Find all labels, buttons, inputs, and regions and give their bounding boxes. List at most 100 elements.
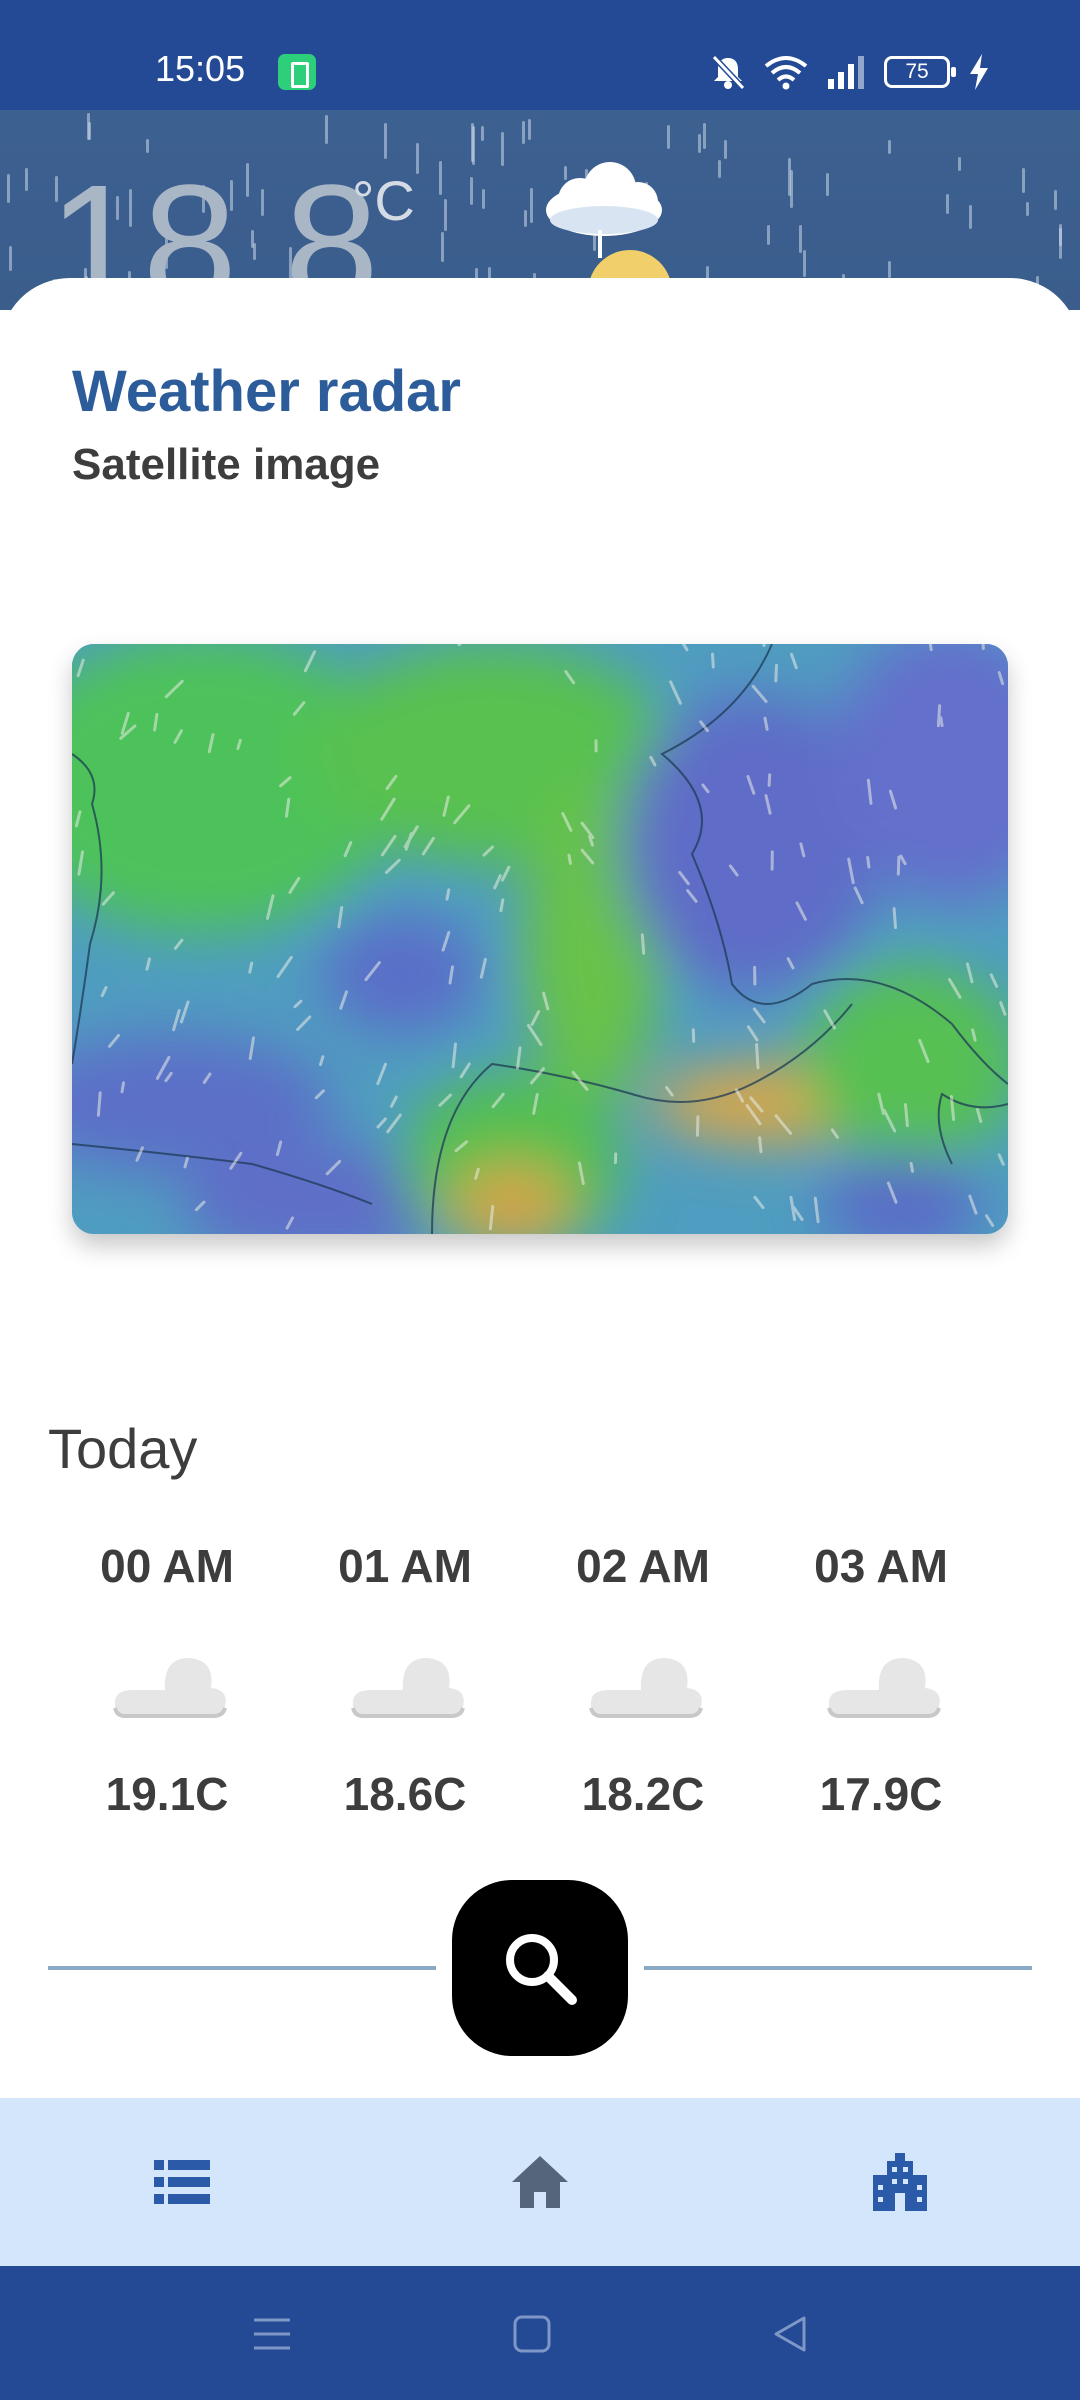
rain-drop [482,189,485,209]
square-icon [513,2315,551,2353]
wind-streak [892,907,897,929]
cloud-icon [113,1658,227,1718]
back-button[interactable] [766,2310,814,2358]
rain-drop [471,123,474,162]
nav-home-button[interactable] [508,2150,572,2214]
wind-streak [695,1115,700,1137]
battery-icon: 75 [884,56,956,88]
wind-streak [896,855,901,876]
rain-drop [826,173,829,196]
cloud-icon [351,1658,465,1718]
home-system-button[interactable] [508,2310,556,2358]
hour-temperature: 18.2C [581,1768,705,1820]
satellite-image[interactable] [72,644,1008,1234]
hour-time: 02 AM [576,1540,710,1592]
rain-drop [724,140,727,159]
rain-drop [441,232,444,262]
list-icon [154,2160,210,2204]
rain-drop [524,210,527,227]
signal-icon [828,56,864,89]
rain-drop [1054,190,1057,210]
hour-item: 03 AM 17.9C [762,1536,1000,1824]
rain-drop [481,126,484,141]
wind-streak [936,704,942,728]
divider-right [644,1966,1032,1970]
wind-streak [711,652,715,669]
status-icons: 75 [710,52,990,92]
nav-city-button[interactable] [868,2150,932,2214]
wind-streak [866,856,871,869]
city-icon [873,2153,927,2211]
today-heading: Today [48,1417,198,1480]
rain-drop [790,170,793,208]
rain-drop [522,121,525,144]
rain-drop [25,168,28,191]
menu-icon [254,2318,290,2350]
wind-streak [248,961,254,974]
hour-item: 01 AM 18.6C [286,1536,524,1824]
rain-drop [718,160,721,178]
hour-item: 02 AM 18.2C [524,1536,762,1824]
status-bar: 15:05 75 [0,0,1080,110]
rain-drop [325,115,328,144]
wind-streak [758,1136,763,1154]
wind-streak [640,933,646,955]
system-navigation-bar [0,2266,1080,2400]
rain-drop [444,199,447,231]
rain-drop [9,246,12,271]
cloud-icon [589,1658,703,1718]
rain-drop [958,157,961,171]
rain-drop [698,134,701,153]
wind-streak [767,773,772,787]
rain-drop [501,132,504,166]
temperature-unit: °C [352,169,415,232]
wind-streak [755,1043,760,1070]
rain-drop [888,261,891,278]
hour-temperature: 19.1C [105,1768,229,1820]
status-time: 15:05 [155,48,246,89]
search-button[interactable] [452,1880,628,2056]
wind-streak [445,888,451,901]
hourly-forecast: 00 AM 19.1C 01 AM 18.6C 02 AM 18.2C 03 A… [48,1536,1004,1824]
wind-streak [567,853,572,865]
hour-temperature: 18.6C [343,1768,467,1820]
wind-map-image [72,644,1008,1234]
wind-streak [939,716,944,728]
nav-list-button[interactable] [150,2150,214,2214]
home-icon [512,2156,568,2208]
rain-drop [767,225,770,245]
rain-drop [799,225,802,253]
wind-streak [96,1091,102,1117]
rain-drop [803,250,806,277]
hour-time: 03 AM [814,1540,948,1592]
rain-drop [528,119,531,140]
silent-bell-icon [711,54,746,91]
rain-drop [416,143,419,174]
rain-drop [384,123,387,159]
wind-streak [909,1161,914,1173]
rain-drop [470,177,473,205]
rain-drop [703,123,706,149]
rain-drop [7,174,10,203]
wind-streak [763,716,769,731]
battery-saver-icon [278,54,316,90]
wind-streak [774,663,778,683]
rain-drop [1026,202,1029,216]
hour-item: 00 AM 19.1C [48,1536,286,1824]
wind-streak [904,1103,909,1128]
rain-drop [1059,228,1062,246]
rain-drop [969,205,972,229]
rain-drop [946,194,949,214]
hour-temperature: 17.9C [819,1768,943,1820]
rain-drop [1022,168,1025,193]
charging-bolt-icon [970,54,988,90]
search-icon [506,1934,577,2005]
rain-drop [439,161,442,195]
back-triangle-icon [774,2316,806,2352]
recent-apps-button[interactable] [248,2310,296,2358]
rain-drop [88,122,91,140]
radar-subtitle: Satellite image [72,440,381,489]
cloud-icon [827,1658,941,1718]
divider-left [48,1966,436,1970]
wifi-icon [764,56,808,90]
